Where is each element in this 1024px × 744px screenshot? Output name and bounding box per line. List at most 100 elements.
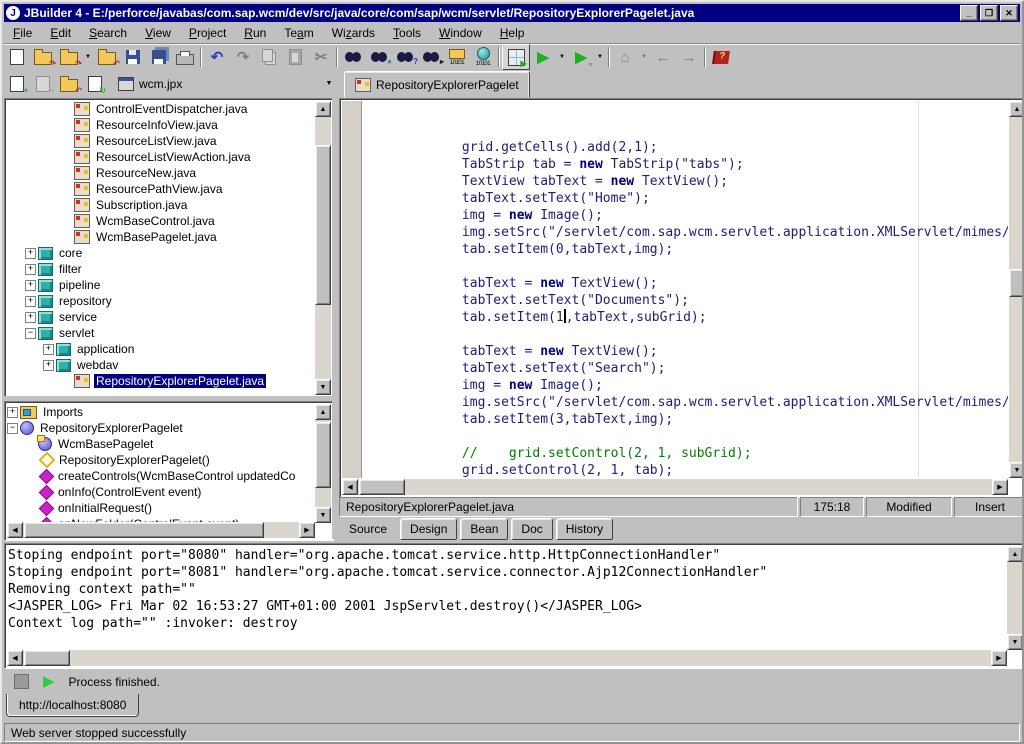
close-project-button[interactable]: ↶: [56, 72, 82, 96]
scroll-right-icon[interactable]: ▶: [992, 479, 1008, 495]
search-again-button[interactable]: ?: [392, 45, 418, 69]
project-tree-item[interactable]: + application: [7, 341, 315, 357]
project-tree-item[interactable]: + core: [7, 245, 315, 261]
tree-expander[interactable]: [61, 233, 72, 242]
tree-expander[interactable]: [25, 440, 36, 449]
menu-window[interactable]: Window: [430, 23, 491, 43]
tree-expander[interactable]: −: [7, 423, 18, 434]
new-file-button[interactable]: [4, 45, 30, 69]
forward-button[interactable]: →: [676, 45, 702, 69]
undo-button[interactable]: ↶: [204, 45, 230, 69]
scroll-down-icon[interactable]: ▼: [315, 507, 331, 523]
open-project-button[interactable]: ↷: [30, 45, 56, 69]
tree-expander[interactable]: [25, 472, 36, 481]
browse-symbol-button[interactable]: ▸: [418, 45, 444, 69]
scroll-down-icon[interactable]: ▼: [1007, 634, 1023, 650]
project-tree-item[interactable]: + webdav: [7, 357, 315, 373]
structure-tree-item[interactable]: − RepositoryExplorerPagelet: [7, 420, 315, 436]
scrollbar-thumb[interactable]: [315, 422, 331, 488]
help-button[interactable]: [708, 45, 734, 69]
reopen-button[interactable]: ↶: [94, 45, 120, 69]
tab-history[interactable]: History: [556, 518, 613, 540]
scroll-up-icon[interactable]: ▲: [315, 101, 331, 117]
vertical-splitter[interactable]: [332, 98, 339, 539]
home-dropdown[interactable]: ▼: [638, 45, 650, 69]
maximize-button[interactable]: ❒: [980, 5, 998, 21]
scrollbar-thumb[interactable]: [1009, 269, 1024, 297]
code-area[interactable]: grid.getCells().add(2,1); TabStrip tab =…: [362, 101, 1008, 478]
tree-expander[interactable]: +: [25, 312, 36, 323]
project-tree-item[interactable]: ResourcePathView.java: [7, 181, 315, 197]
search-source-path-button[interactable]: 10101: [444, 45, 470, 69]
project-tree-item[interactable]: ResourceListViewAction.java: [7, 149, 315, 165]
run-icon[interactable]: ▶: [43, 674, 55, 689]
menu-file[interactable]: File: [4, 23, 41, 43]
replace-button[interactable]: ●: [366, 45, 392, 69]
scroll-left-icon[interactable]: ◀: [7, 522, 23, 538]
menu-team[interactable]: Team: [275, 23, 322, 43]
run-project-button[interactable]: ▶: [530, 45, 556, 69]
console-output[interactable]: Stoping endpoint port="8080" handler="or…: [8, 547, 1006, 650]
menu-tools[interactable]: Tools: [384, 23, 430, 43]
tab-localhost-8080[interactable]: http://localhost:8080: [6, 694, 139, 717]
tree-expander[interactable]: −: [25, 328, 36, 339]
copy-button[interactable]: [256, 45, 282, 69]
structure-scrollbar-horizontal[interactable]: ◀ ▶: [7, 522, 315, 538]
menu-run[interactable]: Run: [235, 23, 275, 43]
debug-project-button[interactable]: ▶▫: [568, 45, 594, 69]
close-button[interactable]: ✕: [1000, 5, 1018, 21]
structure-scrollbar-vertical[interactable]: ▲ ▼: [315, 404, 331, 523]
console-scrollbar-vertical[interactable]: ▲ ▼: [1007, 546, 1023, 650]
menu-search[interactable]: Search: [80, 23, 136, 43]
scrollbar-thumb[interactable]: [24, 522, 264, 538]
back-button[interactable]: ←: [650, 45, 676, 69]
find-button[interactable]: [340, 45, 366, 69]
menu-edit[interactable]: Edit: [41, 23, 80, 43]
project-tree-item[interactable]: ResourceInfoView.java: [7, 117, 315, 133]
project-tree-item[interactable]: ResourceListView.java: [7, 133, 315, 149]
tree-expander[interactable]: [61, 185, 72, 194]
save-button[interactable]: [120, 45, 146, 69]
tab-bean[interactable]: Bean: [460, 518, 508, 540]
menu-project[interactable]: Project: [180, 23, 235, 43]
tree-expander[interactable]: [25, 504, 36, 513]
structure-tree-item[interactable]: onInfo(ControlEvent event): [7, 484, 315, 500]
search-classes-button[interactable]: 10101: [470, 45, 496, 69]
menu-view[interactable]: View: [136, 23, 180, 43]
structure-tree-item[interactable]: RepositoryExplorerPagelet(): [7, 452, 315, 468]
scrollbar-thumb[interactable]: [315, 145, 331, 305]
tree-expander[interactable]: +: [25, 280, 36, 291]
tree-expander[interactable]: [61, 201, 72, 210]
console-scrollbar-horizontal[interactable]: ◀ ▶: [7, 650, 1007, 666]
add-to-project-button[interactable]: +: [4, 72, 30, 96]
project-tree-item[interactable]: Subscription.java: [7, 197, 315, 213]
cut-button[interactable]: ✂: [308, 45, 334, 69]
project-tree-item[interactable]: − servlet: [7, 325, 315, 341]
minimize-button[interactable]: _: [960, 5, 978, 21]
open-file-dropdown[interactable]: ▼: [82, 45, 94, 69]
tab-doc[interactable]: Doc: [511, 518, 552, 540]
scroll-left-icon[interactable]: ◀: [7, 650, 23, 666]
tree-expander[interactable]: [61, 121, 72, 130]
print-button[interactable]: [172, 45, 198, 69]
scrollbar-thumb[interactable]: [359, 479, 405, 495]
tree-expander[interactable]: [61, 153, 72, 162]
tree-expander[interactable]: +: [25, 248, 36, 259]
structure-tree-item[interactable]: WcmBasePagelet: [7, 436, 315, 452]
scroll-right-icon[interactable]: ▶: [991, 650, 1007, 666]
debug-dropdown[interactable]: ▼: [594, 45, 606, 69]
tree-expander[interactable]: +: [25, 296, 36, 307]
scroll-up-icon[interactable]: ▲: [1009, 101, 1024, 117]
project-selector[interactable]: wcm.jpx ▼: [116, 73, 338, 95]
structure-tree-item[interactable]: createControls(WcmBaseControl updatedCo: [7, 468, 315, 484]
scroll-down-icon[interactable]: ▼: [315, 379, 331, 395]
scrollbar-thumb[interactable]: [24, 650, 70, 666]
project-tree-item[interactable]: + repository: [7, 293, 315, 309]
tree-expander[interactable]: +: [7, 407, 18, 418]
scroll-right-icon[interactable]: ▶: [299, 522, 315, 538]
editor-scrollbar-horizontal[interactable]: ◀ ▶: [342, 479, 1008, 495]
tree-expander[interactable]: [61, 105, 72, 114]
menu-wizards[interactable]: Wizards: [323, 23, 384, 43]
project-tree-item[interactable]: ControlEventDispatcher.java: [7, 101, 315, 117]
structure-tree-item[interactable]: onInitialRequest(): [7, 500, 315, 516]
